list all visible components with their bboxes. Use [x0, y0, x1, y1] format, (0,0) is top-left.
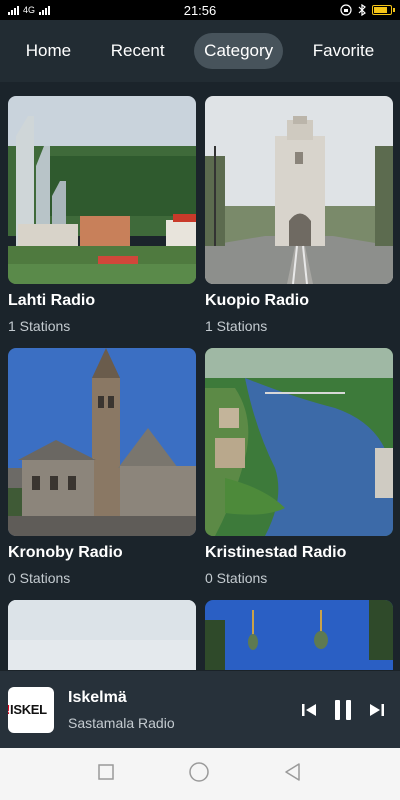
category-card-kristinestad[interactable]: Kristinestad Radio 0 Stations — [205, 348, 393, 586]
station-count: 0 Stations — [205, 570, 268, 586]
tab-category[interactable]: Category — [194, 33, 284, 69]
previous-icon — [302, 703, 316, 716]
previous-button[interactable] — [300, 701, 318, 719]
battery-icon — [372, 5, 395, 15]
tab-home[interactable]: Home — [16, 33, 81, 69]
network-type: 4G — [23, 5, 36, 15]
stone-tower-building-photo — [8, 348, 196, 536]
tab-favorite[interactable]: Favorite — [303, 33, 384, 69]
now-playing-title: Iskelmä — [68, 688, 127, 706]
category-card-6[interactable] — [205, 600, 393, 670]
recents-button[interactable] — [97, 763, 115, 786]
next-button[interactable] — [368, 701, 386, 719]
category-title: Lahti Radio — [8, 292, 96, 309]
station-count: 1 Stations — [205, 318, 268, 334]
recents-square-icon — [97, 763, 114, 780]
tab-recent[interactable]: Recent — [101, 33, 175, 69]
player-controls — [300, 698, 386, 722]
pause-button[interactable] — [332, 698, 354, 722]
lock-icon — [340, 4, 352, 16]
category-title: Kuopio Radio — [205, 292, 309, 309]
clock: 21:56 — [183, 2, 217, 18]
signal-indicators: 4G — [8, 5, 51, 15]
back-button[interactable] — [283, 762, 303, 787]
player-info[interactable]: Iskelmä Sastamala Radio — [68, 689, 300, 731]
category-title: Kristinestad Radio — [205, 544, 347, 561]
sky-photo — [8, 600, 196, 670]
status-icons — [340, 4, 395, 16]
system-nav-bar — [0, 748, 400, 800]
status-bar: 4G 21:56 — [0, 0, 400, 20]
aerial-river-town-photo — [205, 348, 393, 536]
logo-text: ISKEL — [10, 702, 47, 717]
signal-icon-2 — [39, 5, 51, 15]
station-count: 0 Stations — [8, 570, 71, 586]
mini-player[interactable]: !ISKEL Iskelmä Sastamala Radio — [0, 670, 400, 748]
category-title: Kronoby Radio — [8, 544, 123, 561]
back-triangle-icon — [285, 762, 301, 781]
now-playing-subtitle: Sastamala Radio — [68, 714, 175, 731]
category-card-lahti[interactable]: Lahti Radio 1 Stations — [8, 96, 196, 334]
signal-icon — [8, 5, 19, 15]
tab-bar: Home Recent Category Favorite — [0, 20, 400, 82]
onion-domes-photo — [205, 600, 393, 670]
category-grid: Lahti Radio 1 Stations Kuopio Radio 1 St… — [8, 96, 393, 670]
category-card-5[interactable] — [8, 600, 196, 670]
church-steps-photo — [205, 96, 393, 284]
next-icon — [370, 703, 384, 716]
pause-icon — [335, 699, 351, 720]
station-logo: !ISKEL — [8, 686, 54, 733]
ski-jump-town-photo — [8, 96, 196, 284]
home-button[interactable] — [188, 761, 210, 788]
category-card-kuopio[interactable]: Kuopio Radio 1 Stations — [205, 96, 393, 334]
category-list[interactable]: Lahti Radio 1 Stations Kuopio Radio 1 St… — [0, 82, 400, 670]
home-circle-icon — [189, 761, 209, 782]
station-count: 1 Stations — [8, 318, 71, 334]
category-card-kronoby[interactable]: Kronoby Radio 0 Stations — [8, 348, 196, 586]
bluetooth-icon — [358, 4, 366, 16]
